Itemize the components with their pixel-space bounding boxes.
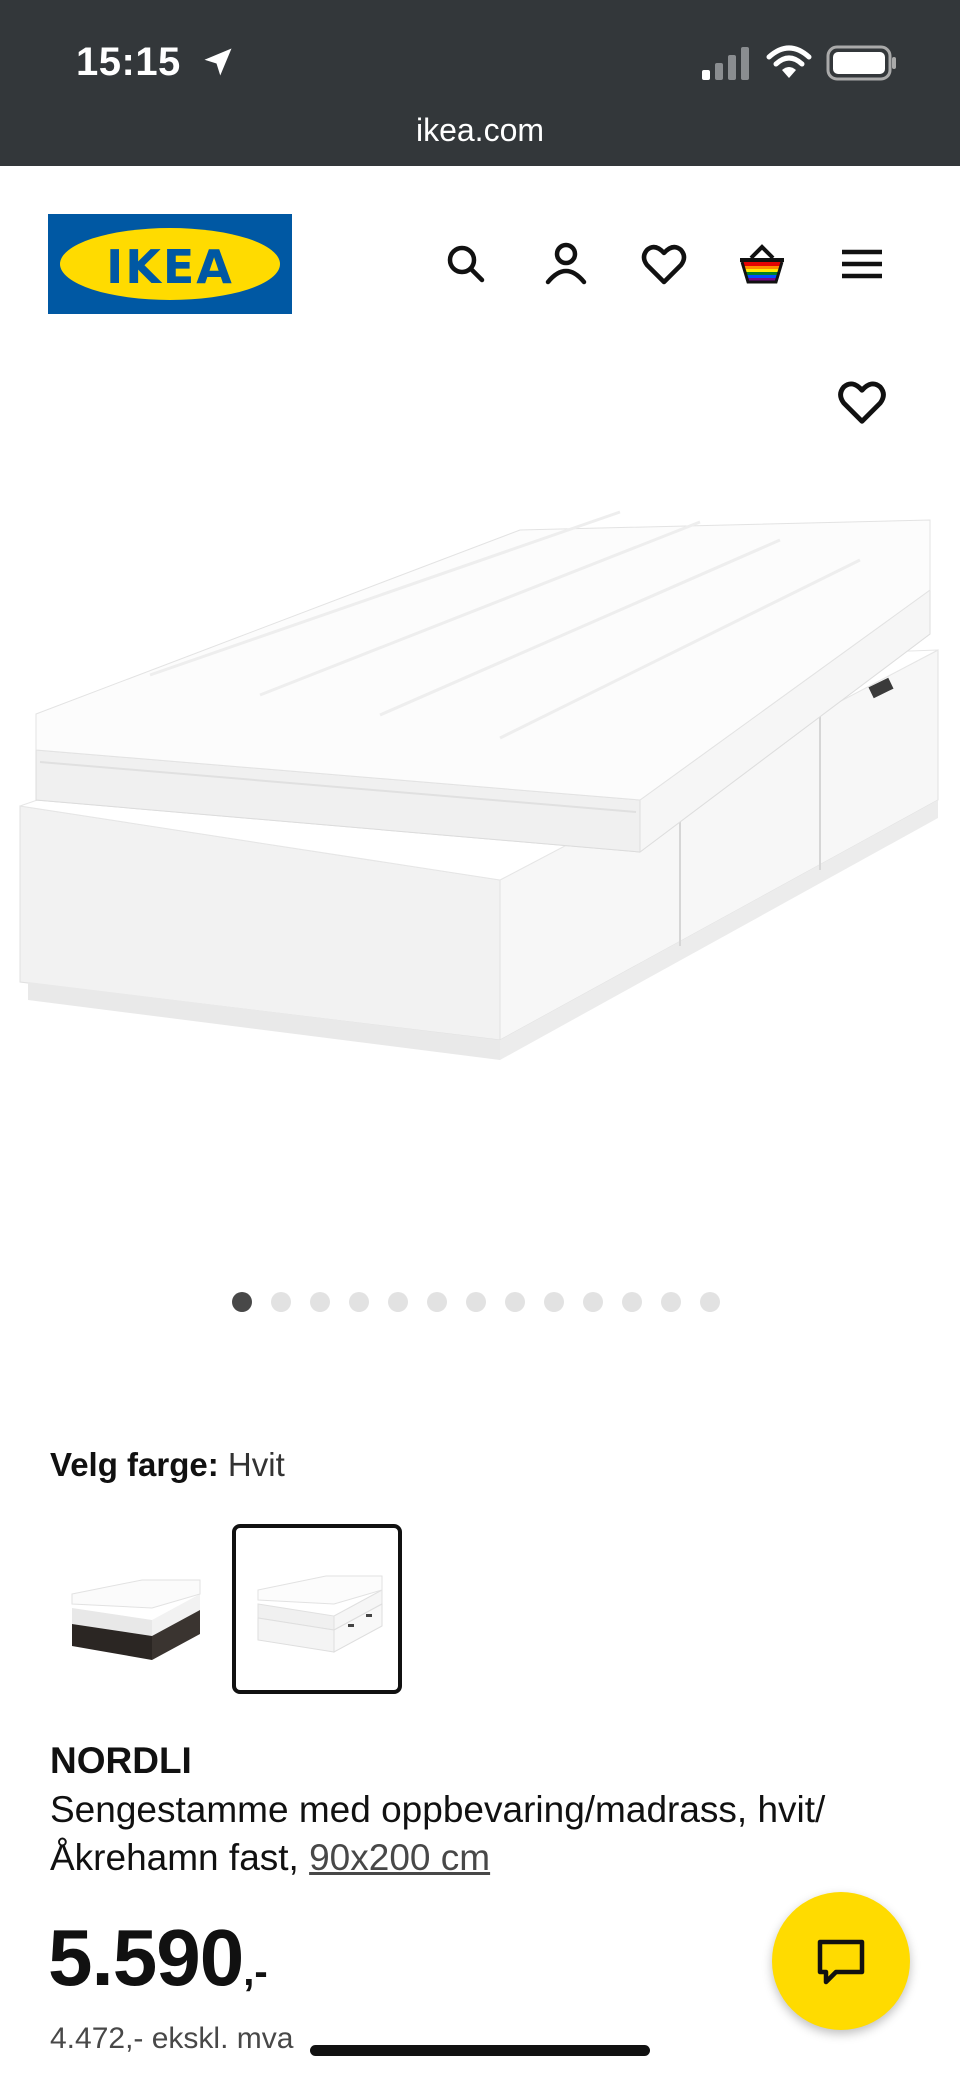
size-link[interactable]: 90x200 cm <box>309 1837 490 1878</box>
logo-text: IKEA <box>106 240 234 294</box>
gallery-dot[interactable] <box>583 1292 603 1312</box>
gallery-dot[interactable] <box>427 1292 447 1312</box>
cart-button[interactable] <box>734 236 790 292</box>
gallery-dot[interactable] <box>544 1292 564 1312</box>
chat-bubble-icon <box>817 1939 865 1985</box>
gallery-dot[interactable] <box>349 1292 369 1312</box>
gallery-dot[interactable] <box>622 1292 642 1312</box>
gallery-pagination <box>232 1292 720 1312</box>
hamburger-menu-icon <box>842 249 882 279</box>
product-description: Sengestamme med oppbevaring/madrass, hvi… <box>50 1786 870 1882</box>
product-price: 5.590,- <box>48 1912 268 2004</box>
color-option-black[interactable] <box>50 1524 220 1694</box>
gallery-dot[interactable] <box>310 1292 330 1312</box>
gallery-dot[interactable] <box>661 1292 681 1312</box>
price-ex-vat: 4.472,- ekskl. mva <box>50 2022 294 2055</box>
shopping-basket-icon <box>740 244 784 284</box>
color-label: Velg farge: <box>50 1446 219 1483</box>
price-main: 5.590 <box>48 1913 244 2002</box>
browser-url[interactable]: ikea.com <box>0 112 960 149</box>
search-button[interactable] <box>438 236 494 292</box>
color-value: Hvit <box>227 1446 285 1483</box>
add-to-favourites-button[interactable] <box>832 372 892 432</box>
ikea-logo[interactable]: IKEA <box>48 214 292 314</box>
heart-icon <box>838 381 886 424</box>
product-image[interactable] <box>0 500 960 1140</box>
wifi-icon <box>766 45 812 78</box>
cellular-signal-icon <box>702 47 749 80</box>
gallery-dot[interactable] <box>232 1292 252 1312</box>
chat-button[interactable] <box>772 1892 910 2030</box>
wishlist-button[interactable] <box>636 236 692 292</box>
account-button[interactable] <box>538 236 594 292</box>
status-time: 15:15 <box>76 40 181 84</box>
price-suffix: ,- <box>243 1950 268 1994</box>
product-name: NORDLI <box>50 1740 192 1781</box>
menu-button[interactable] <box>834 236 890 292</box>
gallery-dot[interactable] <box>505 1292 525 1312</box>
battery-icon <box>826 45 896 81</box>
gallery-dot[interactable] <box>700 1292 720 1312</box>
gallery-dot[interactable] <box>388 1292 408 1312</box>
color-selector-label: Velg farge: Hvit <box>50 1446 285 1484</box>
location-arrow-icon <box>204 48 232 76</box>
user-icon <box>545 242 587 285</box>
status-bar: 15:15 ikea.com <box>0 0 960 166</box>
search-icon <box>447 245 485 283</box>
gallery-dot[interactable] <box>466 1292 486 1312</box>
color-option-white[interactable] <box>232 1524 402 1694</box>
black-bed-thumbnail <box>71 1579 201 1660</box>
heart-icon <box>641 244 687 285</box>
white-bed-thumbnail <box>257 1575 383 1653</box>
gallery-dot[interactable] <box>271 1292 291 1312</box>
home-indicator[interactable] <box>310 2045 650 2056</box>
